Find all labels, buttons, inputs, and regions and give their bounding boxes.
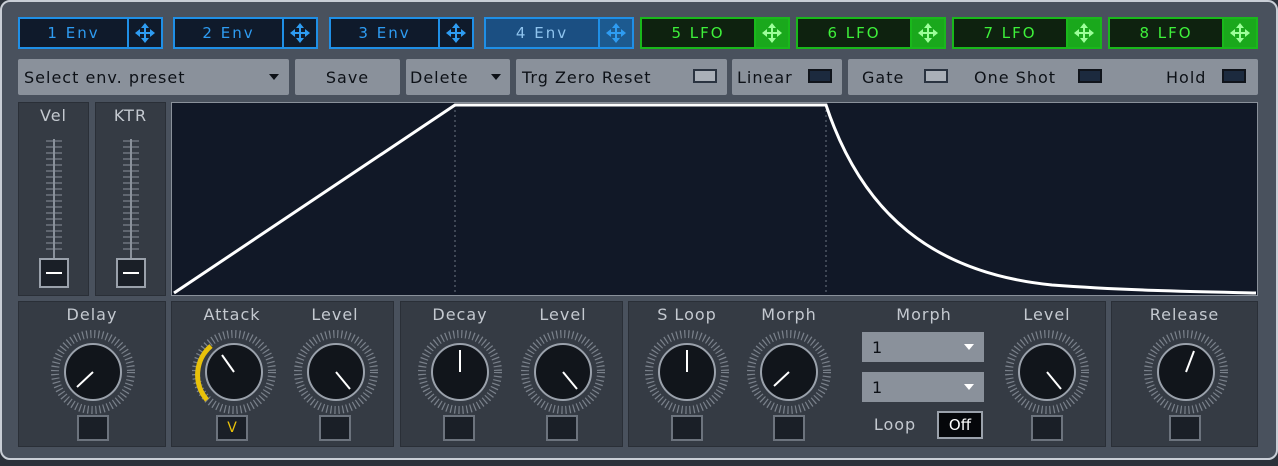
move-icon[interactable] [754, 19, 788, 47]
hold-label: Hold [1166, 67, 1207, 87]
save-button-label: Save [325, 67, 370, 87]
delay-label: Delay [66, 305, 118, 324]
one-shot-checkbox[interactable] [1078, 69, 1102, 83]
preset-select-label: Select env. preset [24, 67, 186, 87]
gate-label: Gate [862, 67, 905, 87]
delete-button[interactable]: Delete [406, 59, 510, 95]
ktr-label: KTR [113, 106, 148, 125]
morph-knob[interactable] [747, 330, 831, 414]
tab-label: 2 Env [202, 24, 255, 42]
linear-toggle[interactable]: Linear [732, 59, 842, 95]
loop-label: Loop [873, 415, 917, 434]
ktr-fader-panel: KTR [95, 102, 166, 296]
s-loop-knob[interactable] [645, 330, 729, 414]
morph-select-2-value: 1 [872, 377, 883, 397]
tab-6-lfo[interactable]: 6 LFO [796, 17, 946, 49]
move-icon[interactable] [282, 19, 316, 47]
linear-checkbox[interactable] [808, 69, 832, 83]
decay-knob[interactable] [418, 330, 502, 414]
vel-fader[interactable] [36, 137, 72, 289]
morph-select-1[interactable]: 1 [862, 332, 984, 362]
attack-level-mod-slot[interactable] [319, 415, 351, 441]
move-icon[interactable] [127, 19, 161, 47]
preset-select[interactable]: Select env. preset [18, 59, 289, 95]
attack-knob[interactable] [192, 330, 276, 414]
envelope-graph[interactable] [171, 102, 1258, 296]
tab-label: 4 Env [486, 19, 598, 47]
morph-select-1-value: 1 [872, 337, 883, 357]
vel-label: Vel [40, 106, 67, 125]
release-section: Release [1111, 301, 1258, 447]
trg-zero-reset-checkbox[interactable] [693, 69, 717, 83]
morph-level-knob[interactable] [1005, 330, 1089, 414]
delay-mod-slot[interactable] [77, 415, 109, 441]
tab-label: 1 Env [47, 24, 100, 42]
move-icon[interactable] [910, 19, 944, 47]
vel-fader-panel: Vel [18, 102, 89, 296]
chevron-down-icon [491, 74, 501, 80]
release-knob[interactable] [1144, 330, 1228, 414]
tab-5-lfo[interactable]: 5 LFO [640, 17, 790, 49]
attack-section: Attack Level V [171, 301, 394, 447]
tab-3-env[interactable]: 3 Env [329, 17, 474, 49]
mode-options-bar: Gate One Shot Hold [848, 59, 1258, 95]
morph-knob-label: Morph [761, 305, 817, 324]
delay-knob[interactable] [51, 330, 135, 414]
chevron-down-icon [964, 384, 974, 390]
decay-mod-slot[interactable] [443, 415, 475, 441]
morph-level-label: Level [1023, 305, 1071, 324]
morph-select-label: Morph [896, 305, 952, 324]
tab-2-env[interactable]: 2 Env [173, 17, 318, 49]
morph-mod-slot[interactable] [773, 415, 805, 441]
tab-label: 5 LFO [671, 24, 725, 42]
move-icon[interactable] [598, 19, 632, 47]
loop-toggle[interactable]: Off [937, 411, 983, 439]
gate-checkbox[interactable] [924, 69, 948, 83]
morph-select-2[interactable]: 1 [862, 372, 984, 402]
save-button[interactable]: Save [295, 59, 400, 95]
attack-label: Attack [203, 305, 261, 324]
morph-level-mod-slot[interactable] [1031, 415, 1063, 441]
loop-value: Off [948, 416, 972, 434]
move-icon[interactable] [1066, 19, 1100, 47]
s-loop-mod-slot[interactable] [671, 415, 703, 441]
decay-level-mod-slot[interactable] [546, 415, 578, 441]
delete-button-label: Delete [410, 67, 469, 87]
envelope-curve[interactable] [173, 103, 1257, 295]
one-shot-label: One Shot [974, 67, 1057, 87]
tab-1-env[interactable]: 1 Env [18, 17, 163, 49]
attack-level-knob[interactable] [294, 330, 378, 414]
attack-level-label: Level [311, 305, 359, 324]
release-mod-slot[interactable] [1169, 415, 1201, 441]
sustain-morph-section: S Loop Morph Morph Level 1 1 Loop Off [628, 301, 1106, 447]
trg-zero-reset-label: Trg Zero Reset [522, 67, 652, 87]
decay-section: Decay Level [400, 301, 623, 447]
tab-7-lfo[interactable]: 7 LFO [952, 17, 1102, 49]
chevron-down-icon [964, 344, 974, 350]
decay-level-knob[interactable] [521, 330, 605, 414]
hold-checkbox[interactable] [1222, 69, 1246, 83]
trg-zero-reset-toggle[interactable]: Trg Zero Reset [516, 59, 727, 95]
move-icon[interactable] [1222, 19, 1256, 47]
linear-label: Linear [737, 67, 793, 87]
delay-section: Delay [18, 301, 166, 447]
tab-label: 3 Env [358, 24, 411, 42]
tab-label: 7 LFO [983, 24, 1037, 42]
decay-level-label: Level [539, 305, 587, 324]
move-icon[interactable] [438, 19, 472, 47]
tab-8-lfo[interactable]: 8 LFO [1108, 17, 1258, 49]
attack-mod-slot[interactable]: V [216, 415, 248, 441]
chevron-down-icon [269, 74, 279, 80]
s-loop-label: S Loop [657, 305, 717, 324]
envelope-editor: 1 Env 2 Env 3 Env 4 Env 5 LFO 6 LFO 7 LF… [0, 0, 1278, 460]
attack-mod-label: V [227, 420, 237, 436]
ktr-fader[interactable] [113, 137, 149, 289]
release-label: Release [1149, 305, 1220, 324]
tab-label: 8 LFO [1139, 24, 1193, 42]
tab-label: 6 LFO [827, 24, 881, 42]
decay-label: Decay [432, 305, 488, 324]
tab-4-env[interactable]: 4 Env [484, 17, 634, 49]
